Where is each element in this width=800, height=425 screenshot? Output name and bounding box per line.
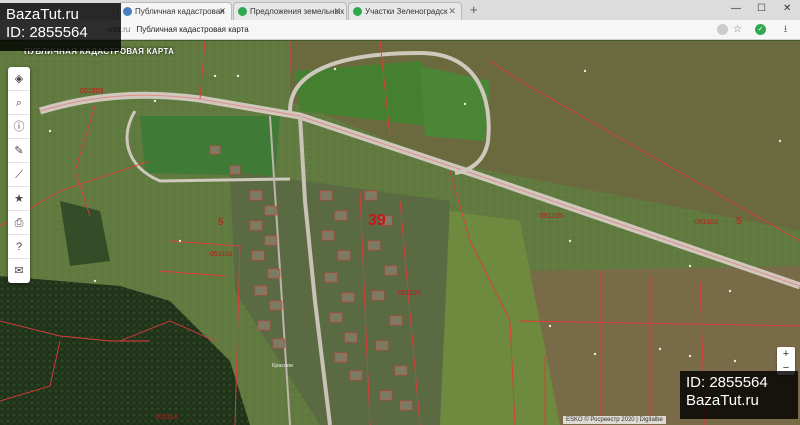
close-tab-icon[interactable]: ✕ (333, 6, 341, 17)
tab-plots-zelenogradsk[interactable]: Участки Зеленоградск ✕ (348, 2, 462, 20)
print-button[interactable]: ⎙ (8, 211, 30, 235)
watermark-top-left: BazaTut.ru ID: 2855564 (0, 3, 121, 51)
green-favicon-icon (353, 7, 362, 16)
close-tab-icon[interactable]: ✕ (218, 6, 226, 17)
help-icon: ? (15, 241, 23, 253)
help-button[interactable]: ? (8, 235, 30, 259)
mail-icon: ✉ (14, 265, 24, 277)
map-favicon-icon (123, 7, 132, 16)
minimize-button[interactable]: — (731, 3, 741, 14)
map-canvas[interactable]: 39 5 5 Красное 051105 051101 051102 0511… (0, 41, 800, 425)
info-button[interactable]: ⓘ (8, 115, 30, 139)
zone-label-39: 39 (368, 212, 386, 229)
bookmark-star-icon[interactable]: ☆ (732, 24, 743, 35)
mail-button[interactable]: ✉ (8, 259, 30, 283)
cadastral-map[interactable]: 39 5 5 Красное 051105 051101 051102 0511… (0, 41, 800, 425)
tab-land-offers[interactable]: Предложения земельных у ✕ (233, 2, 347, 20)
url-field[interactable]: estr.ru Публичная кадастровая карта (108, 23, 728, 37)
watermark-id: ID: 2855564 (686, 374, 768, 391)
zone-label-5-right: 5 (736, 216, 742, 227)
close-window-button[interactable]: ✕ (783, 3, 791, 14)
favorites-button[interactable]: ★ (8, 187, 30, 211)
settlement-label: Красное (272, 363, 293, 369)
print-icon: ⎙ (14, 217, 24, 229)
url-page-title: Публичная кадастровая карта (136, 25, 249, 34)
watermark-site: BazaTut.ru (686, 392, 759, 409)
tab-title: Публичная кадастровая (135, 7, 225, 16)
layers-icon: ◈ (14, 73, 24, 85)
watermark-site: BazaTut.ru (6, 6, 79, 23)
download-icon[interactable]: ⭳ (780, 24, 791, 35)
info-icon: ⓘ (13, 121, 25, 133)
quarter-label: 051003 (80, 88, 103, 95)
draw-button[interactable]: ✎ (8, 139, 30, 163)
quarter-label: 051102 (695, 219, 718, 226)
watermark-id: ID: 2855564 (6, 24, 88, 41)
search-button[interactable]: ⌕ (8, 91, 30, 115)
map-toolbar: ◈ ⌕ ⓘ ✎ ⟋ ★ ⎙ ? ✉ (8, 67, 30, 283)
tab-title: Предложения земельных у (250, 7, 347, 16)
extension-icon[interactable] (717, 24, 728, 35)
search-icon: ⌕ (15, 97, 23, 109)
measure-button[interactable]: ⟋ (8, 163, 30, 187)
quarter-label: 051101 (210, 251, 233, 258)
profile-icon[interactable]: ✓ (755, 24, 766, 35)
quarter-label: 051105 (540, 213, 563, 220)
new-tab-button[interactable]: + (470, 2, 478, 17)
zone-label-5-left: 5 (218, 217, 224, 228)
quarter-label: 051114 (155, 414, 177, 421)
measure-icon: ⟋ (15, 169, 23, 181)
pencil-icon: ✎ (14, 145, 24, 157)
tab-cadastral-map[interactable]: Публичная кадастровая ✕ (118, 2, 232, 20)
layers-button[interactable]: ◈ (8, 67, 30, 91)
map-attribution: ESKO © Росреестр 2020 | Digitalbe (563, 416, 666, 424)
maximize-button[interactable]: ☐ (757, 3, 766, 14)
star-icon: ★ (14, 193, 24, 205)
zoom-in-button[interactable]: + (777, 347, 795, 361)
watermark-bottom-right: ID: 2855564 BazaTut.ru (680, 371, 798, 419)
quarter-label: 051102 (398, 290, 421, 297)
green-favicon-icon (238, 7, 247, 16)
close-tab-icon[interactable]: ✕ (448, 6, 456, 17)
tab-title: Участки Зеленоградск (365, 7, 448, 16)
